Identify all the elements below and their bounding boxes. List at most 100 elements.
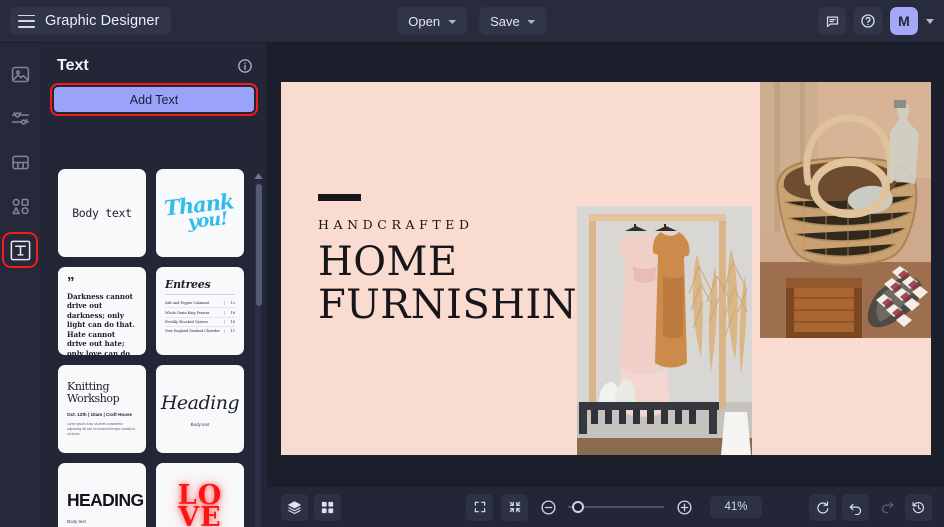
template-thank-you: Thank you! — [163, 188, 237, 233]
list-item[interactable]: LO VE — [156, 463, 244, 527]
menu-row: Freshly Shucked Oysters 18 — [165, 318, 235, 328]
template-event-heading: Knitting Workshop — [67, 380, 120, 406]
artboard-title-line2: FURNISHING — [318, 281, 610, 328]
layout-icon — [11, 155, 29, 169]
refresh-icon — [817, 500, 829, 514]
artboard-eyebrow: HANDCRAFTED — [318, 217, 474, 232]
panel-scrollbar[interactable] — [254, 173, 263, 527]
undo-button[interactable] — [842, 493, 869, 521]
comment-icon — [826, 16, 838, 27]
artboard-text-block[interactable]: HANDCRAFTED HOME FURNISHING — [318, 194, 609, 327]
bottom-bar: 41% — [267, 486, 944, 527]
collapse-button[interactable] — [501, 493, 528, 521]
zoom-out-button[interactable] — [536, 495, 560, 519]
menu-item-price: 11 — [223, 329, 235, 334]
avatar[interactable]: M — [890, 7, 918, 35]
brand-menu-button[interactable]: Graphic Designer — [10, 7, 172, 35]
scrollbar-thumb[interactable] — [256, 184, 262, 306]
open-button[interactable]: Open — [397, 7, 468, 35]
list-item[interactable]: Heading Body text — [156, 365, 244, 453]
top-bar: Graphic Designer Open Save M — [0, 0, 944, 43]
history-controls — [809, 493, 932, 521]
help-circle-icon — [861, 14, 875, 28]
grid-button[interactable] — [314, 493, 341, 521]
list-item[interactable]: Entrees Salt and Pepper Calamari 12 Whol… — [156, 267, 244, 355]
redo-button[interactable] — [875, 494, 899, 518]
decorative-rule — [318, 194, 361, 201]
quote-mark-icon: ” — [67, 274, 75, 291]
list-item[interactable]: ” Darkness cannot drive out darkness; on… — [58, 267, 146, 355]
layers-button[interactable] — [281, 493, 308, 521]
template-script-heading: Heading — [160, 391, 240, 414]
fit-screen-button[interactable] — [466, 493, 493, 521]
menu-row: Salt and Pepper Calamari 12 — [165, 299, 235, 309]
chevron-down-icon — [448, 19, 457, 24]
menu-item-price: 16 — [223, 310, 235, 315]
woven-basket-photo[interactable] — [760, 82, 931, 338]
artboard-title-line1: HOME — [318, 239, 458, 285]
list-item[interactable]: HEADING Body text — [58, 463, 146, 527]
zoom-in-button[interactable] — [672, 495, 696, 519]
chevron-down-icon — [527, 19, 536, 24]
undo-icon — [849, 503, 862, 515]
chevron-down-icon[interactable] — [926, 18, 934, 24]
sidebar-item-layouts[interactable] — [7, 149, 33, 175]
artboard[interactable]: HANDCRAFTED HOME FURNISHING — [281, 82, 931, 455]
history-button[interactable] — [905, 493, 932, 521]
bottom-left-tools — [281, 493, 341, 521]
add-text-button[interactable]: Add Text — [49, 82, 259, 117]
sidebar-item-images[interactable] — [7, 61, 33, 87]
template-event-subtitle: Oct. 12th | 10am | Craft House — [67, 412, 133, 418]
panel-title: Text — [57, 57, 89, 74]
list-item[interactable]: Body text — [58, 169, 146, 257]
save-button[interactable]: Save — [479, 7, 547, 35]
menu-item-name: Freshly Shucked Oysters — [165, 319, 209, 324]
scroll-up-button[interactable] — [254, 173, 263, 179]
template-list[interactable]: Body text Thank you! ” Darkness cannot d… — [40, 169, 267, 527]
hamburger-icon[interactable] — [18, 14, 35, 28]
template-love: LO VE — [178, 482, 223, 527]
history-icon — [912, 501, 925, 513]
menu-row: New England Seafood Chowder 11 — [165, 327, 235, 335]
image-icon — [11, 66, 29, 82]
sidebar-item-adjustments[interactable] — [7, 105, 33, 131]
canvas-area[interactable]: HANDCRAFTED HOME FURNISHING — [267, 43, 944, 486]
list-item[interactable]: Knitting Workshop Oct. 12th | 10am | Cra… — [58, 365, 146, 453]
template-bold-body: Body text — [67, 519, 86, 524]
artboard-title: HOME FURNISHING — [318, 241, 609, 327]
chevron-up-icon — [254, 173, 263, 179]
comments-button[interactable] — [818, 7, 846, 35]
info-button[interactable] — [237, 58, 253, 74]
add-text-label: Add Text — [129, 92, 179, 107]
fit-screen-icon — [474, 501, 485, 513]
scrollbar-track[interactable] — [255, 182, 262, 527]
zoom-slider-handle[interactable] — [571, 501, 584, 513]
template-event-body: Lorem ipsum dolor sit amet consectetur a… — [67, 422, 135, 436]
panel-header: Text — [40, 43, 267, 75]
template-bold-heading: HEADING — [67, 490, 144, 510]
zoom-slider[interactable] — [568, 501, 664, 513]
template-body-text: Body text — [72, 206, 132, 220]
template-grid: Body text Thank you! ” Darkness cannot d… — [40, 169, 267, 527]
sliders-icon — [11, 111, 29, 125]
collapse-icon — [509, 501, 520, 513]
save-label: Save — [490, 13, 520, 29]
text-T-icon — [10, 240, 30, 260]
love-line2: VE — [178, 502, 222, 527]
app-root: Graphic Designer Open Save M Text Add Te… — [0, 0, 944, 527]
help-button[interactable] — [854, 7, 882, 35]
add-text-wrapper: Add Text — [40, 75, 267, 117]
menu-item-name: New England Seafood Chowder — [165, 329, 220, 334]
clothing-rack-photo[interactable] — [577, 206, 752, 455]
app-title: Graphic Designer — [45, 13, 160, 29]
open-label: Open — [408, 13, 441, 29]
list-item[interactable]: Thank you! — [156, 169, 244, 257]
text-panel: Text Add Text Body text Thank you! ” Dar… — [40, 43, 267, 527]
refresh-button[interactable] — [809, 493, 836, 521]
zoom-level-value[interactable]: 41% — [710, 496, 762, 518]
tool-rail — [0, 43, 40, 527]
file-actions: Open Save — [397, 7, 547, 35]
sidebar-item-text[interactable] — [2, 232, 38, 268]
zoom-in-icon — [676, 499, 692, 515]
sidebar-item-elements[interactable] — [7, 193, 33, 219]
